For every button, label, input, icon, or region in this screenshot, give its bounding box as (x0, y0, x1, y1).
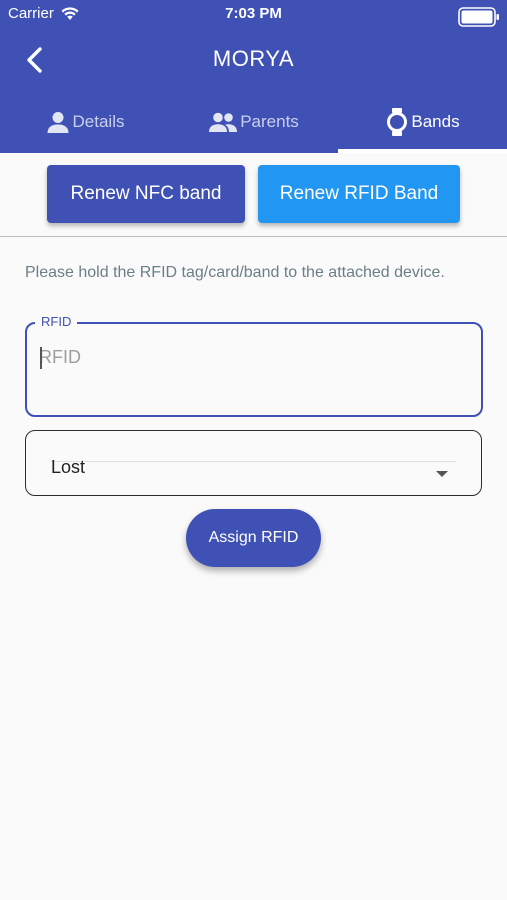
status-bar: Carrier 7:03 PM (0, 0, 507, 28)
rfid-field[interactable]: RFID (25, 314, 483, 417)
text-cursor (40, 347, 42, 369)
app-header: Carrier 7:03 PM MORYA Details Parents Ba… (0, 0, 507, 153)
renew-rfid-button[interactable]: Renew RFID Band (258, 165, 460, 223)
instruction-text: Please hold the RFID tag/card/band to th… (25, 264, 445, 281)
rfid-field-label: RFID (35, 314, 78, 329)
select-underline (51, 461, 456, 462)
renew-nfc-button[interactable]: Renew NFC band (47, 165, 245, 223)
tab-bar: Details Parents Bands (0, 100, 507, 153)
people-icon (208, 110, 238, 134)
tab-label: Details (72, 112, 125, 131)
band-status-select[interactable]: Lost (25, 430, 482, 496)
status-time: 7:03 PM (225, 5, 282, 22)
battery-icon (458, 7, 500, 27)
band-actions: Renew NFC band Renew RFID Band (0, 165, 507, 225)
page-title: MORYA (212, 46, 295, 71)
person-icon (45, 110, 71, 134)
tab-indicator (338, 149, 507, 153)
tab-bands[interactable]: Bands (338, 100, 507, 150)
rfid-input[interactable] (39, 342, 459, 372)
watch-icon (385, 107, 409, 137)
divider (0, 236, 507, 237)
tab-label: Bands (411, 112, 460, 131)
tab-parents[interactable]: Parents (169, 100, 338, 150)
arrow-drop-down-icon (435, 465, 449, 477)
tab-label: Parents (240, 112, 299, 131)
select-value: Lost (51, 457, 86, 477)
assign-rfid-button[interactable]: Assign RFID (186, 509, 321, 567)
tab-details[interactable]: Details (0, 100, 169, 150)
